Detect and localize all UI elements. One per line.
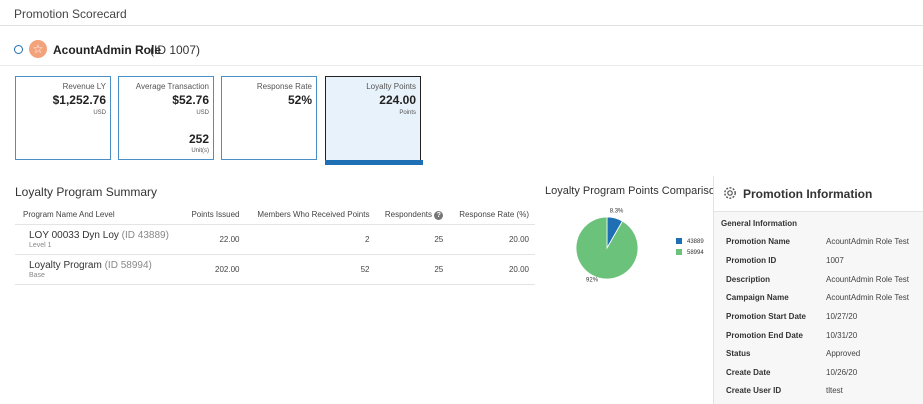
- metric-unit: USD: [196, 110, 209, 116]
- program-level: Base: [29, 271, 45, 279]
- metric-label: Response Rate: [256, 82, 312, 91]
- response-rate-cell: 20.00: [449, 223, 535, 254]
- info-value: Approved: [826, 349, 861, 358]
- info-value: 10/27/20: [826, 312, 858, 321]
- info-header: Promotion Information: [714, 176, 923, 212]
- summary-table: Program Name And Level Points Issued Mem…: [15, 206, 535, 285]
- info-key: Promotion ID: [726, 256, 777, 265]
- info-row: Status Approved: [726, 349, 923, 368]
- program-name-line: LOY 00033 Dyn Loy (ID 43889): [29, 230, 177, 241]
- metric-label: Loyalty Points: [366, 82, 416, 91]
- info-key: Promotion Name: [726, 237, 791, 246]
- metric-secondary-unit: Unit(s): [191, 148, 209, 154]
- column-header: Points Issued: [191, 210, 240, 220]
- info-row: Campaign Name AcountAdmin Role Test: [726, 293, 923, 312]
- info-title: Promotion Information: [743, 187, 873, 201]
- program-name: Loyalty Program: [29, 259, 102, 271]
- program-level: Level 1: [29, 241, 52, 249]
- metric-value: $52.76: [172, 93, 209, 107]
- gear-icon: [724, 187, 736, 199]
- metric-value: $1,252.76: [52, 93, 106, 107]
- info-key: Campaign Name: [726, 293, 789, 302]
- respondents-cell: 25: [375, 223, 450, 254]
- program-name: LOY 00033 Dyn Loy: [29, 229, 119, 241]
- info-key: Create Date: [726, 368, 771, 377]
- star-icon: ☆: [29, 40, 47, 58]
- info-value: 10/31/20: [826, 331, 858, 340]
- page-title: Promotion Scorecard: [14, 7, 127, 21]
- program-name-line: Loyalty Program (ID 58994): [29, 260, 177, 271]
- metric-card-revenue[interactable]: Revenue LY $1,252.76 USD: [15, 76, 111, 160]
- pie-chart: 8.3% 92%: [575, 208, 639, 284]
- column-header-respondents: Respondents ?: [375, 206, 449, 224]
- metric-value: 52%: [287, 93, 312, 107]
- role-id: (ID 1007): [150, 43, 201, 57]
- chart-title: Loyalty Program Points Comparison: [545, 185, 722, 197]
- info-row: Promotion End Date 10/31/20: [726, 331, 923, 350]
- role-radio[interactable]: [14, 45, 23, 54]
- info-value: AcountAdmin Role Test: [826, 293, 910, 302]
- metric-secondary-value: 252: [188, 132, 209, 146]
- legend-item[interactable]: 58994: [676, 249, 704, 260]
- info-row: Promotion Name AcountAdmin Role Test: [726, 237, 923, 256]
- promotion-info-panel: Promotion Information General Informatio…: [713, 176, 923, 404]
- column-header: Response Rate (%): [459, 210, 529, 220]
- info-row: Promotion ID 1007: [726, 256, 923, 275]
- table-row[interactable]: Loyalty Program (ID 58994) Base 202.00 5…: [15, 253, 535, 285]
- table-header-row: Program Name And Level Points Issued Mem…: [15, 206, 535, 224]
- info-subtitle: General Information: [721, 219, 798, 228]
- info-row: Description AcountAdmin Role Test: [726, 275, 923, 294]
- legend-item[interactable]: 43889: [676, 238, 704, 249]
- chart-legend: 43889 58994: [676, 238, 704, 260]
- help-icon[interactable]: ?: [434, 210, 444, 220]
- info-row: Create User ID tltest: [726, 386, 923, 404]
- metric-card-loyalty-points[interactable]: Loyalty Points 224.00 Points: [325, 76, 423, 165]
- metric-unit: Points: [399, 110, 416, 116]
- members-cell: 52: [245, 253, 376, 285]
- legend-label: 58994: [687, 250, 704, 256]
- info-value: 10/26/20: [826, 368, 858, 377]
- info-value: tltest: [826, 386, 843, 395]
- program-cell: Loyalty Program (ID 58994) Base: [15, 253, 183, 285]
- info-key: Description: [726, 275, 771, 284]
- program-cell: LOY 00033 Dyn Loy (ID 43889) Level 1: [15, 223, 183, 254]
- selected-indicator: [325, 160, 423, 165]
- legend-swatch: [676, 238, 682, 244]
- program-id: (ID 43889): [121, 229, 169, 241]
- column-header-label: Respondents: [384, 209, 432, 219]
- info-key: Create User ID: [726, 386, 782, 395]
- column-header: Members Who Received Points: [257, 210, 370, 220]
- summary-title: Loyalty Program Summary: [15, 185, 158, 199]
- metric-label: Average Transaction: [135, 82, 209, 91]
- program-id: (ID 58994): [104, 259, 152, 271]
- pie-slice-58994[interactable]: [575, 216, 639, 280]
- info-value: 1007: [826, 256, 844, 265]
- page-header: Promotion Scorecard: [0, 0, 923, 26]
- members-cell: 2: [245, 223, 376, 254]
- legend-label: 43889: [687, 239, 704, 245]
- metric-card-average-transaction[interactable]: Average Transaction $52.76 USD 252 Unit(…: [118, 76, 214, 160]
- info-value: AcountAdmin Role Test: [826, 237, 910, 246]
- pie-data-label: 8.3%: [610, 208, 624, 214]
- info-key: Promotion End Date: [726, 331, 803, 340]
- info-row: Create Date 10/26/20: [726, 368, 923, 387]
- legend-swatch: [676, 249, 682, 255]
- respondents-cell: 25: [375, 253, 450, 285]
- info-key: Status: [726, 349, 751, 358]
- role-row: ☆ AcountAdmin Role (ID 1007): [0, 34, 923, 66]
- metric-label: Revenue LY: [62, 82, 106, 91]
- table-row[interactable]: LOY 00033 Dyn Loy (ID 43889) Level 1 22.…: [15, 223, 535, 254]
- metric-value: 224.00: [379, 93, 416, 107]
- role-name: AcountAdmin Role: [53, 43, 161, 57]
- info-row: Promotion Start Date 10/27/20: [726, 312, 923, 331]
- info-value: AcountAdmin Role Test: [826, 275, 910, 284]
- column-header: Program Name And Level: [23, 210, 115, 220]
- points-issued-cell: 22.00: [182, 223, 246, 254]
- info-key: Promotion Start Date: [726, 312, 807, 321]
- response-rate-cell: 20.00: [449, 253, 535, 285]
- points-issued-cell: 202.00: [182, 253, 246, 285]
- metric-unit: USD: [93, 110, 106, 116]
- metric-card-response-rate[interactable]: Response Rate 52%: [221, 76, 317, 160]
- pie-data-label: 92%: [586, 278, 599, 284]
